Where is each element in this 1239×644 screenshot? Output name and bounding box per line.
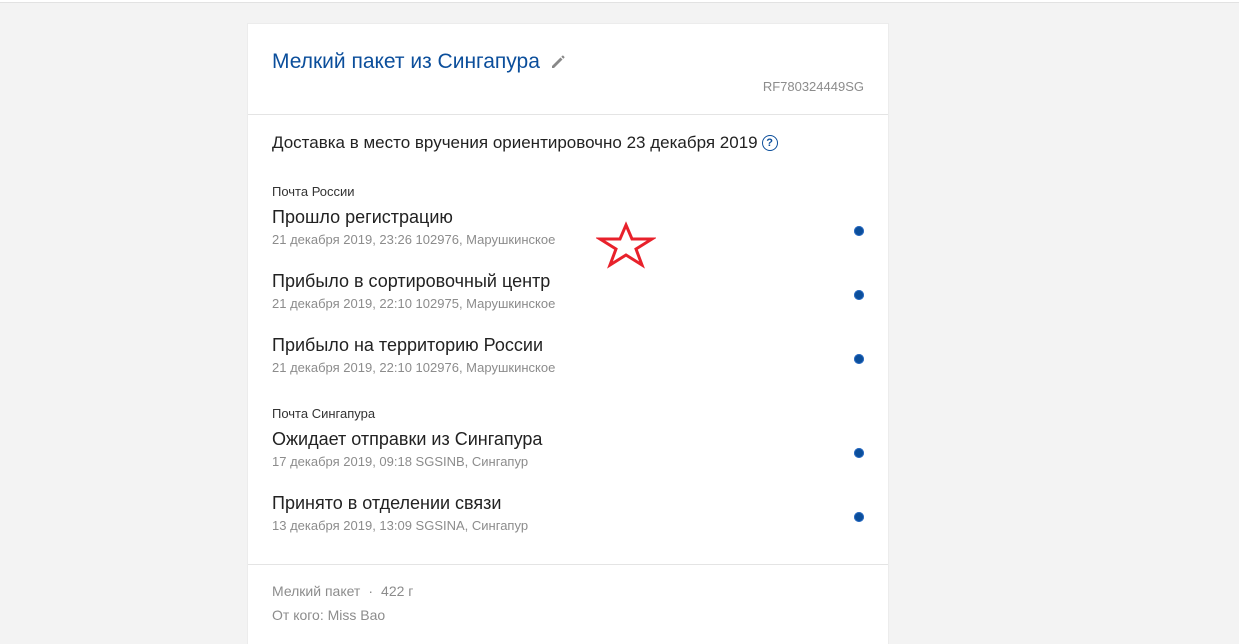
tracking-event[interactable]: Принято в отделении связи 13 декабря 201…: [272, 492, 864, 548]
tracking-event[interactable]: Ожидает отправки из Сингапура 17 декабря…: [272, 428, 864, 484]
title-row: Мелкий пакет из Сингапура: [272, 48, 566, 76]
separator: ·: [368, 583, 374, 599]
shipment-title[interactable]: Мелкий пакет из Сингапура: [272, 48, 540, 76]
help-icon[interactable]: ?: [761, 135, 778, 151]
sender-line: От кого: Miss Bao: [272, 607, 386, 623]
event-meta: 21 декабря 2019, 22:10 102976, Марушкинс…: [272, 360, 556, 375]
footer-divider: [248, 564, 888, 565]
package-summary: Мелкий пакет · 422 г: [272, 583, 413, 599]
status-dot-icon: [854, 226, 864, 236]
delivery-estimate-row: Доставка в место вручения ориентировочно…: [272, 132, 778, 154]
event-meta: 13 декабря 2019, 13:09 SGSINA, Сингапур: [272, 518, 529, 533]
pencil-icon[interactable]: [550, 54, 566, 70]
event-title: Принято в отделении связи: [272, 493, 502, 513]
event-title: Прошло регистрацию: [272, 207, 453, 227]
event-title: Ожидает отправки из Сингапура: [272, 429, 543, 449]
status-dot-icon: [854, 512, 864, 522]
status-dot-icon: [854, 448, 864, 458]
tracking-event[interactable]: Прибыло в сортировочный центр 21 декабря…: [272, 270, 864, 326]
card-header: Мелкий пакет из Сингапура RF780324449SG: [248, 24, 888, 115]
delivery-estimate: Доставка в место вручения ориентировочно…: [272, 133, 758, 152]
tracking-event[interactable]: Прошло регистрацию 21 декабря 2019, 23:2…: [272, 206, 864, 262]
tracking-number: RF780324449SG: [762, 79, 864, 94]
tracking-event[interactable]: Прибыло на территорию России 21 декабря …: [272, 334, 864, 390]
event-meta: 21 декабря 2019, 23:26 102976, Марушкинс…: [272, 232, 556, 247]
status-dot-icon: [854, 354, 864, 364]
carrier-label: Почта России: [272, 184, 355, 199]
event-title: Прибыло на территорию России: [272, 335, 544, 355]
star-annotation: [596, 221, 656, 269]
event-meta: 17 декабря 2019, 09:18 SGSINB, Сингапур: [272, 454, 529, 469]
event-meta: 21 декабря 2019, 22:10 102975, Марушкинс…: [272, 296, 556, 311]
status-dot-icon: [854, 290, 864, 300]
shipment-card: Мелкий пакет из Сингапура RF780324449SG …: [248, 24, 888, 644]
carrier-label: Почта Сингапура: [272, 406, 376, 421]
package-weight: 422 г: [381, 583, 414, 599]
top-bar: [0, 0, 1239, 3]
event-title: Прибыло в сортировочный центр: [272, 271, 551, 291]
package-type: Мелкий пакет: [272, 583, 361, 599]
